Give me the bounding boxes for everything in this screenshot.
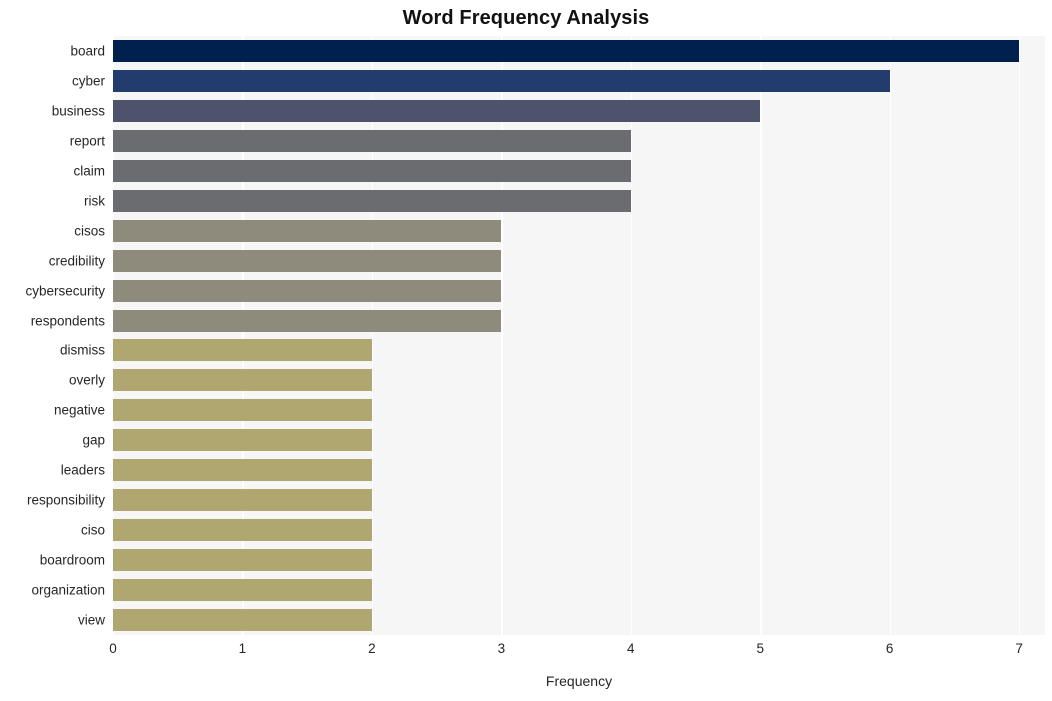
bar-row — [113, 515, 1045, 545]
bar-board[interactable] — [113, 39, 1020, 62]
bar-leaders[interactable] — [113, 459, 372, 482]
y-tick-label-claim: claim — [73, 163, 105, 179]
bar-dismiss[interactable] — [113, 339, 372, 362]
y-tick-label-cyber: cyber — [71, 73, 105, 89]
bar-row — [113, 365, 1045, 395]
x-axis-tick-labels: 0 1 2 3 4 5 6 7 — [109, 641, 1045, 663]
x-tick-label-0: 0 — [109, 641, 117, 656]
x-tick-label-7: 7 — [1015, 641, 1023, 656]
bar-row — [113, 276, 1045, 306]
bar-business[interactable] — [113, 99, 761, 122]
bar-row — [113, 306, 1045, 336]
bar-cyber[interactable] — [113, 69, 890, 92]
bar-cisos[interactable] — [113, 219, 502, 242]
x-tick-label-2: 2 — [368, 641, 376, 656]
bar-row — [113, 126, 1045, 156]
bar-row — [113, 455, 1045, 485]
y-tick-label-gap: gap — [82, 432, 105, 448]
bar-row — [113, 36, 1045, 66]
y-axis-tick-labels: board cyber business report claim risk cisos cr… — [0, 36, 105, 635]
bar-row — [113, 336, 1045, 366]
x-axis-title: Frequency — [545, 673, 613, 689]
bar-row — [113, 66, 1045, 96]
bar-boardroom[interactable] — [113, 549, 372, 572]
y-tick-label-cisos: cisos — [74, 223, 105, 239]
bar-negative[interactable] — [113, 399, 372, 422]
bar-credibility[interactable] — [113, 249, 502, 272]
bar-row — [113, 395, 1045, 425]
y-tick-label-boardroom: boardroom — [39, 552, 105, 568]
bar-ciso[interactable] — [113, 519, 372, 542]
bar-responsibility[interactable] — [113, 489, 372, 512]
y-tick-label-dismiss: dismiss — [59, 342, 105, 358]
y-tick-label-credibility: credibility — [48, 253, 105, 269]
bar-row — [113, 216, 1045, 246]
y-tick-label-board: board — [70, 43, 105, 59]
bar-row — [113, 575, 1045, 605]
x-tick-label-6: 6 — [885, 641, 894, 656]
y-tick-label-risk: risk — [84, 193, 105, 209]
bar-cybersecurity[interactable] — [113, 279, 502, 302]
bar-gap[interactable] — [113, 429, 372, 452]
y-tick-label-view: view — [77, 612, 105, 628]
y-tick-label-organization: organization — [31, 582, 105, 598]
bar-risk[interactable] — [113, 189, 631, 212]
bar-view[interactable] — [113, 609, 372, 632]
y-tick-label-respondents: respondents — [30, 313, 105, 329]
x-tick-label-1: 1 — [238, 641, 247, 656]
y-tick-label-report: report — [69, 133, 105, 149]
bar-report[interactable] — [113, 129, 631, 152]
y-tick-label-responsibility: responsibility — [26, 492, 105, 508]
y-tick-label-negative: negative — [53, 402, 105, 418]
chart-figure: Word Frequency Analysis board cyber busine… — [0, 0, 1052, 701]
bar-row — [113, 545, 1045, 575]
y-tick-label-leaders: leaders — [60, 462, 105, 478]
bar-overly[interactable] — [113, 369, 372, 392]
bar-row — [113, 186, 1045, 216]
bar-organization[interactable] — [113, 579, 372, 602]
bar-row — [113, 605, 1045, 635]
bar-series — [113, 36, 1045, 635]
y-tick-label-ciso: ciso — [80, 522, 105, 538]
y-tick-label-overly: overly — [68, 372, 105, 388]
bar-row — [113, 485, 1045, 515]
y-tick-label-business: business — [51, 103, 105, 119]
x-tick-label-5: 5 — [756, 641, 764, 656]
bar-row — [113, 425, 1045, 455]
bar-row — [113, 156, 1045, 186]
chart-title: Word Frequency Analysis — [402, 7, 650, 29]
x-tick-label-4: 4 — [627, 641, 635, 656]
bar-claim[interactable] — [113, 159, 631, 182]
y-tick-label-cybersecurity: cybersecurity — [25, 283, 105, 299]
x-tick-label-3: 3 — [497, 641, 506, 656]
bar-respondents[interactable] — [113, 309, 502, 332]
bar-row — [113, 246, 1045, 276]
plot-area — [113, 36, 1045, 635]
bar-row — [113, 96, 1045, 126]
